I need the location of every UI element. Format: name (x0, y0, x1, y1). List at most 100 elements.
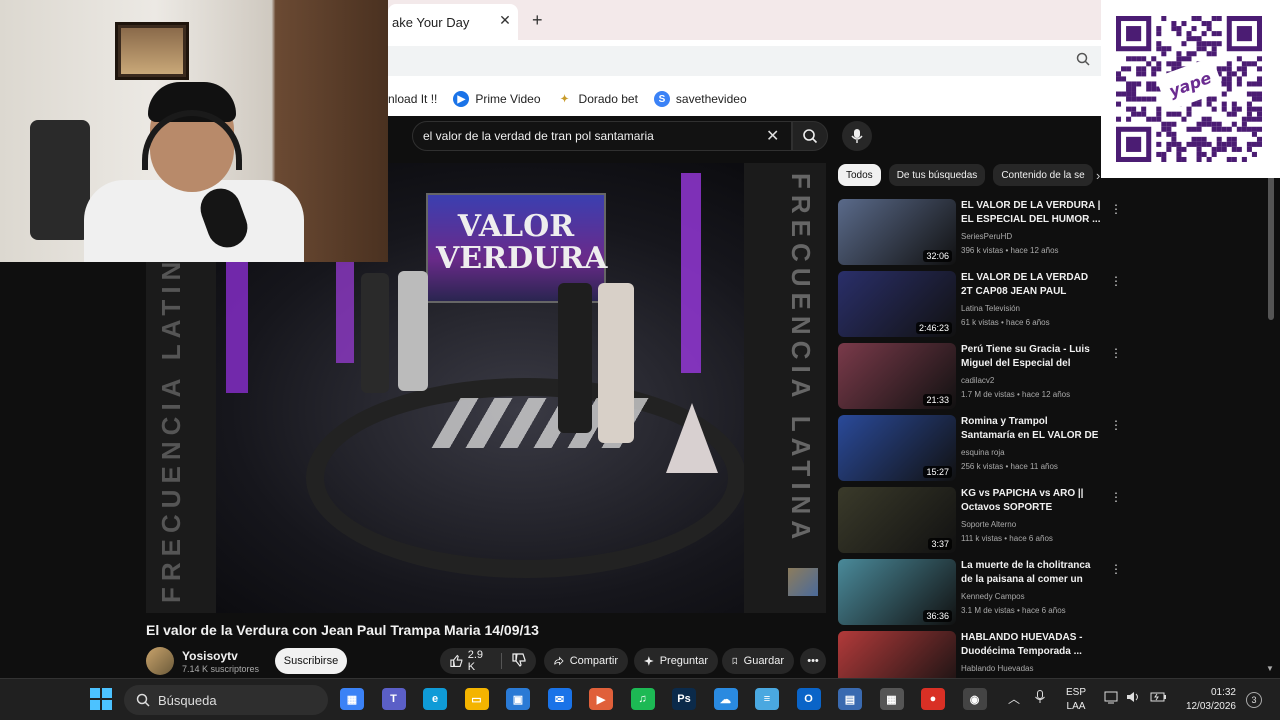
microphone-icon[interactable] (1034, 690, 1046, 707)
teams-icon[interactable]: T (381, 688, 406, 710)
video-thumbnail[interactable]: 3:37 (838, 487, 956, 553)
kebab-menu-icon[interactable]: ⋮ (1110, 346, 1122, 360)
video-duration: 15:27 (923, 466, 952, 478)
chevron-right-icon[interactable]: › (1096, 168, 1100, 183)
obs-icon[interactable]: ◉ (962, 688, 987, 710)
network-icon[interactable] (1104, 690, 1120, 707)
recommendation-channel[interactable]: Soporte Alterno (961, 520, 1016, 529)
scroll-down-icon[interactable]: ▼ (1266, 664, 1274, 673)
widgets-icon[interactable]: ▦ (340, 688, 364, 710)
photoshop-icon[interactable]: Ps (672, 688, 696, 710)
recommendation-channel[interactable]: Kennedy Campos (961, 592, 1025, 601)
recommendation-item[interactable]: 36:36 La muerte de la cholitranca de la … (838, 559, 1122, 627)
kebab-menu-icon[interactable]: ⋮ (1110, 562, 1122, 576)
chip-related[interactable]: Contenido de la se (993, 164, 1093, 186)
notepad-icon[interactable]: ≡ (755, 688, 779, 710)
search-input[interactable]: el valor de la verdad de tran pol santam… (412, 121, 792, 151)
video-thumbnail[interactable]: 15:27 (838, 415, 956, 481)
zoom-icon[interactable] (1076, 52, 1090, 69)
kebab-menu-icon[interactable]: ⋮ (1110, 274, 1122, 288)
dislike-button[interactable] (512, 652, 526, 670)
bookmark-download[interactable]: nload It !! (388, 92, 437, 106)
recommendation-item[interactable]: 2:46:23 EL VALOR DE LA VERDAD 2T CAP08 J… (838, 271, 1122, 339)
kebab-menu-icon[interactable]: ⋮ (1110, 202, 1122, 216)
share-button[interactable]: Compartir (544, 648, 628, 674)
like-button[interactable]: 2.9 K (450, 649, 491, 673)
video-thumbnail[interactable]: 21:33 (838, 343, 956, 409)
battery-icon[interactable] (1150, 690, 1168, 707)
video-thumbnail[interactable]: 32:06 (838, 199, 956, 265)
save-button[interactable]: Guardar (722, 648, 794, 674)
recommendation-item[interactable]: 32:06 EL VALOR DE LA VERDURA | EL ESPECI… (838, 199, 1122, 267)
calculator-icon[interactable]: ▦ (879, 688, 904, 710)
recommendation-title[interactable]: La muerte de la cholitranca de la paisan… (961, 559, 1101, 587)
channel-branding-thumb[interactable] (788, 568, 818, 596)
lang-code: ESP (1066, 687, 1087, 698)
recommendation-item[interactable]: 3:37 KG vs PAPICHA vs ARO || Octavos SOP… (838, 487, 1122, 555)
channel-name[interactable]: Yosisoytv (182, 649, 238, 663)
chip-from-searches[interactable]: De tus búsquedas (888, 164, 986, 186)
windows-start-icon[interactable] (90, 688, 112, 710)
calendar-icon[interactable]: ▤ (838, 688, 862, 710)
subscribe-button[interactable]: Suscribirse (275, 648, 347, 674)
chrome-icon[interactable]: ● (921, 688, 945, 710)
recommendation-channel[interactable]: SeriesPeruHD (961, 232, 1012, 241)
ask-button[interactable]: Preguntar (634, 648, 718, 674)
tab-close-icon[interactable]: ✕ (497, 12, 513, 29)
recommendation-channel[interactable]: Latina Televisión (961, 304, 1020, 313)
chip-all[interactable]: Todos (838, 164, 881, 186)
person-figure (598, 283, 634, 443)
taskbar-search[interactable]: Búsqueda (124, 685, 328, 715)
file-explorer-icon[interactable]: ▭ (464, 688, 489, 710)
onedrive-icon[interactable]: ☁ (713, 688, 738, 710)
kebab-menu-icon[interactable]: ⋮ (1110, 418, 1122, 432)
edge-icon[interactable]: e (423, 688, 447, 710)
thumbs-down-icon (512, 652, 526, 667)
kebab-menu-icon[interactable]: ⋮ (1110, 490, 1122, 504)
video-duration: 2:46:23 (915, 322, 952, 334)
voice-search-button[interactable] (842, 121, 872, 151)
video-thumbnail[interactable]: 36:36 (838, 559, 956, 625)
store-icon[interactable]: ▣ (506, 688, 530, 710)
chevron-up-icon[interactable]: ︿ (1008, 690, 1020, 707)
video-duration: 3:37 (928, 538, 952, 550)
spotify-icon[interactable]: ♫ (630, 688, 655, 710)
stage-light (226, 253, 248, 393)
more-actions-button[interactable]: ••• (800, 648, 826, 674)
search-icon (803, 129, 818, 144)
recommendation-channel[interactable]: esquina roja (961, 448, 1005, 457)
recommendation-meta: 3.1 M de vistas • hace 6 años (961, 606, 1066, 615)
recommendation-channel[interactable]: Hablando Huevadas (961, 664, 1034, 673)
recommendation-channel[interactable]: cadilacv2 (961, 376, 994, 385)
bookmark-prime-video[interactable]: ▶ Prime Video (453, 91, 541, 107)
video-thumbnail[interactable] (838, 631, 956, 678)
notification-badge[interactable]: 3 (1246, 692, 1262, 708)
clear-search-icon[interactable]: ✕ (766, 126, 779, 146)
volume-icon[interactable] (1126, 690, 1142, 707)
bookmark-dorado-bet[interactable]: ✦ Dorado bet (557, 91, 638, 107)
recommendation-title[interactable]: HABLANDO HUEVADAS - Duodécima Temporada … (961, 631, 1101, 659)
recommendation-title[interactable]: Perú Tiene su Gracia - Luis Miguel del E… (961, 343, 1101, 371)
outlook-icon[interactable]: O (796, 688, 821, 710)
bookmarks-bar: nload It !! ▶ Prime Video ✦ Dorado bet Ssa… (388, 82, 1101, 116)
recommendation-item[interactable]: HABLANDO HUEVADAS - Duodécima Temporada … (838, 631, 1103, 678)
new-tab-button[interactable]: + (532, 10, 543, 31)
recommendation-title[interactable]: EL VALOR DE LA VERDURA | EL ESPECIAL DEL… (961, 199, 1101, 227)
recommendation-item[interactable]: 21:33 Perú Tiene su Gracia - Luis Miguel… (838, 343, 1122, 411)
recommendation-title[interactable]: Romina y Trampol Santamaría en EL VALOR … (961, 415, 1101, 443)
channel-avatar[interactable] (146, 647, 174, 675)
mail-icon[interactable]: ✉ (547, 688, 572, 710)
recommendation-title[interactable]: KG vs PAPICHA vs ARO || Octavos SOPORTE … (961, 487, 1101, 515)
input-language[interactable]: ESP LAA (1066, 686, 1086, 714)
channel-watermark: FRECUENCIA LATINA (786, 173, 816, 546)
stage-light (681, 173, 701, 373)
recommendation-title[interactable]: EL VALOR DE LA VERDAD 2T CAP08 JEAN PAUL… (961, 271, 1101, 299)
page-scrollbar[interactable] (1268, 160, 1274, 320)
system-clock[interactable]: 01:32 12/03/2026 (1178, 686, 1236, 714)
video-thumbnail[interactable]: 2:46:23 (838, 271, 956, 337)
bookmark-savethevideo[interactable]: Ssavethevideo (653, 91, 747, 107)
media-player-icon[interactable]: ▶ (589, 688, 613, 710)
address-bar[interactable] (388, 46, 1101, 76)
recommendation-item[interactable]: 15:27 Romina y Trampol Santamaría en EL … (838, 415, 1122, 483)
search-button[interactable] (792, 121, 828, 151)
